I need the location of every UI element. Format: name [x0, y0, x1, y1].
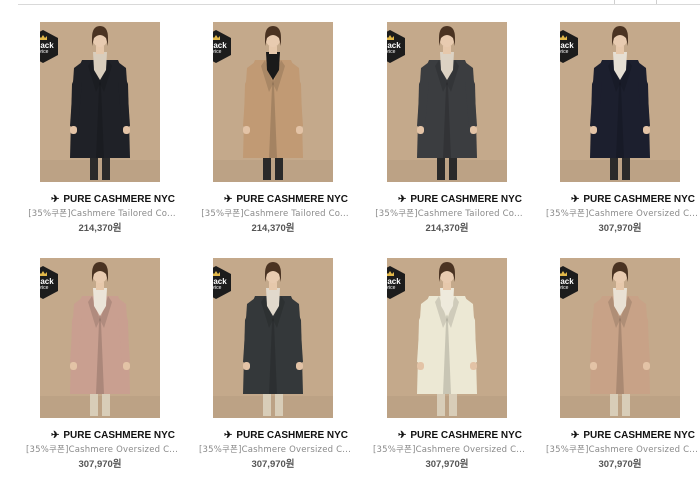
brand-label: PURE CASHMERE NYC [63, 430, 176, 441]
product-photo-figure [213, 22, 333, 182]
crown-icon [213, 271, 220, 276]
crown-icon [40, 35, 47, 40]
black-price-badge: Black price [213, 30, 231, 63]
plane-icon: ✈ [223, 194, 233, 205]
product-image[interactable]: Black price [560, 22, 680, 182]
product-photo-figure [387, 22, 507, 182]
crown-icon [560, 271, 567, 276]
product-image[interactable]: Black price [213, 22, 333, 182]
product-price: 307,970원 [251, 459, 295, 470]
product-name[interactable]: [35%쿠폰]Cashmere Oversized C... [22, 443, 182, 455]
black-price-badge: Black price [40, 266, 58, 299]
badge-line2: price [387, 49, 396, 55]
crown-icon [387, 35, 394, 40]
product-price: 214,370원 [78, 223, 122, 234]
plane-icon: ✈ [50, 430, 60, 441]
badge-line2: price [40, 49, 49, 55]
badge-line2: price [387, 285, 396, 291]
product-photo-figure [560, 22, 680, 182]
product-price: 307,970원 [78, 459, 122, 470]
brand-label: PURE CASHMERE NYC [410, 194, 523, 205]
brand-label: PURE CASHMERE NYC [236, 194, 349, 205]
product-image[interactable]: Black price [213, 258, 333, 418]
badge-line2: price [560, 49, 569, 55]
black-price-badge: Black price [560, 266, 578, 299]
product-photo-figure [40, 22, 160, 182]
product-brand[interactable]: ✈ PURE CASHMERE NYC [211, 430, 361, 441]
product-brand[interactable]: ✈ PURE CASHMERE NYC [38, 430, 188, 441]
product-name[interactable]: [35%쿠폰]Cashmere Oversized C... [369, 443, 529, 455]
black-price-badge: Black price [213, 266, 231, 299]
product-name[interactable]: [35%쿠폰]Cashmere Oversized C... [542, 207, 700, 219]
crown-icon [560, 35, 567, 40]
crown-icon [213, 35, 220, 40]
brand-label: PURE CASHMERE NYC [583, 194, 696, 205]
product-photo-figure [387, 258, 507, 418]
brand-label: PURE CASHMERE NYC [583, 430, 696, 441]
plane-icon: ✈ [50, 194, 60, 205]
product-brand[interactable]: ✈ PURE CASHMERE NYC [211, 194, 361, 205]
product-grid: Black price ✈PURE CASHMERE NYC [35%쿠폰]Ca… [0, 0, 700, 477]
product-brand[interactable]: ✈ PURE CASHMERE NYC [558, 194, 700, 205]
crown-icon [40, 271, 47, 276]
product-photo-figure [560, 258, 680, 418]
product-brand[interactable]: ✈ PURE CASHMERE NYC [385, 194, 535, 205]
brand-label: PURE CASHMERE NYC [410, 430, 523, 441]
product-name[interactable]: [35%쿠폰]Cashmere Tailored Co... [195, 207, 355, 219]
product-price: 307,970원 [598, 223, 642, 234]
product-brand[interactable]: ✈ PURE CASHMERE NYC [385, 430, 535, 441]
product-image[interactable]: Black price [387, 258, 507, 418]
plane-icon: ✈ [397, 430, 407, 441]
plane-icon: ✈ [223, 430, 233, 441]
product-brand[interactable]: ✈ PURE CASHMERE NYC [558, 430, 700, 441]
plane-icon: ✈ [570, 194, 580, 205]
product-photo-figure [40, 258, 160, 418]
product-price: 307,970원 [425, 459, 469, 470]
product-price: 307,970원 [598, 459, 642, 470]
product-name[interactable]: [35%쿠폰]Cashmere Oversized C... [542, 443, 700, 455]
product-name[interactable]: [35%쿠폰]Cashmere Tailored Co... [22, 207, 182, 219]
product-price: 214,370원 [251, 223, 295, 234]
product-photo-figure [213, 258, 333, 418]
crown-icon [387, 271, 394, 276]
product-image[interactable]: Black price [40, 22, 160, 182]
black-price-badge: Black price [40, 30, 58, 63]
product-image[interactable]: Black price [387, 22, 507, 182]
badge-line2: price [40, 285, 49, 291]
product-name[interactable]: [35%쿠폰]Cashmere Oversized C... [195, 443, 355, 455]
brand-label: PURE CASHMERE NYC [63, 194, 176, 205]
brand-label: PURE CASHMERE NYC [236, 430, 349, 441]
black-price-badge: Black price [387, 30, 405, 63]
black-price-badge: Black price [560, 30, 578, 63]
badge-line2: price [213, 285, 222, 291]
black-price-badge: Black price [387, 266, 405, 299]
product-image[interactable]: Black price [40, 258, 160, 418]
badge-line2: price [213, 49, 222, 55]
plane-icon: ✈ [570, 430, 580, 441]
product-price: 214,370원 [425, 223, 469, 234]
badge-line2: price [560, 285, 569, 291]
product-image[interactable]: Black price [560, 258, 680, 418]
plane-icon: ✈ [397, 194, 407, 205]
product-brand[interactable]: ✈ PURE CASHMERE NYC [38, 194, 188, 205]
product-name[interactable]: [35%쿠폰]Cashmere Tailored Co... [369, 207, 529, 219]
